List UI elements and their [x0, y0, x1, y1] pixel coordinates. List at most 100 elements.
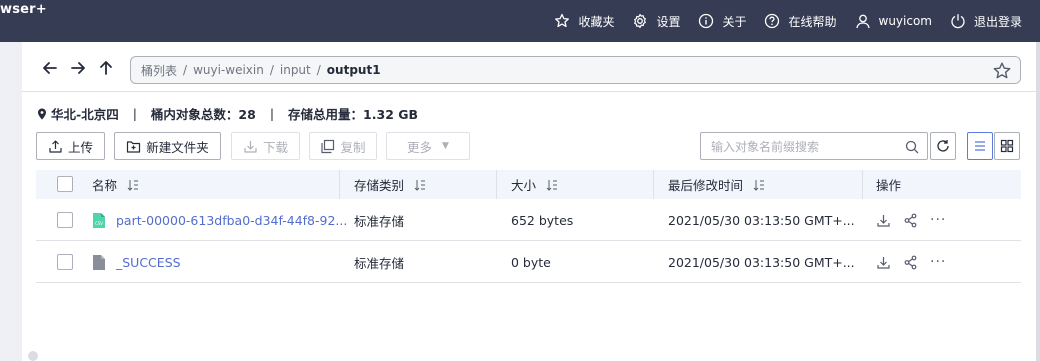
modified-cell: 2021/05/30 03:13:50 GMT+... — [668, 212, 855, 228]
breadcrumb-separator: / — [183, 63, 188, 77]
address-bar: 桶列表 / wuyi-weixin / input / output1 — [22, 42, 1036, 92]
forward-button[interactable] — [68, 58, 88, 78]
gear-icon — [634, 13, 647, 29]
about-label: 关于 — [722, 14, 747, 29]
scroll-indicator — [28, 351, 38, 361]
copy-icon — [321, 139, 335, 153]
search-placeholder: 输入对象名前缀搜索 — [711, 139, 820, 154]
breadcrumb-folder[interactable]: input — [280, 63, 311, 77]
column-name-label: 名称 — [92, 178, 118, 193]
column-size-label: 大小 — [511, 178, 537, 193]
upload-label: 上传 — [67, 139, 93, 155]
more-dropdown[interactable]: 更多 ▼ — [386, 132, 470, 160]
app-brand: wser+ — [0, 2, 47, 17]
star-icon — [555, 13, 570, 28]
column-actions-label: 操作 — [876, 178, 902, 193]
path-breadcrumb[interactable]: 桶列表 / wuyi-weixin / input / output1 — [130, 56, 1021, 84]
share-icon[interactable] — [903, 255, 918, 270]
user-icon — [855, 14, 870, 29]
list-view-icon — [975, 141, 985, 151]
download-button[interactable]: 下载 — [231, 132, 300, 160]
download-icon[interactable] — [876, 213, 891, 228]
table-row[interactable]: CSV part-00000-613dfba0-d34f-44f8-92... … — [36, 199, 1021, 241]
location-pin-icon — [38, 108, 46, 119]
favorites-link[interactable]: 收藏夹 — [554, 13, 614, 30]
download-label: 下载 — [262, 139, 288, 155]
sort-icon[interactable] — [127, 179, 139, 191]
table-header: 名称 存储类别 大小 最后修改时间 操作 — [36, 170, 1021, 199]
list-view-button[interactable] — [967, 132, 993, 160]
refresh-button[interactable] — [930, 132, 956, 160]
logout-link[interactable]: 退出登录 — [950, 13, 1022, 30]
help-link[interactable]: 在线帮助 — [764, 13, 837, 30]
breadcrumb-separator: / — [316, 63, 321, 77]
arrow-left-icon — [43, 62, 57, 74]
csv-file-icon: CSV — [93, 212, 105, 228]
user-name: wuyicom — [878, 14, 932, 28]
copy-label: 复制 — [340, 139, 366, 155]
share-icon[interactable] — [903, 213, 918, 228]
download-icon[interactable] — [876, 255, 891, 270]
file-name-link[interactable]: _SUCCESS — [116, 255, 181, 270]
settings-link[interactable]: 设置 — [632, 13, 680, 30]
up-button[interactable] — [96, 58, 116, 78]
grid-view-button[interactable] — [994, 132, 1020, 160]
help-icon — [765, 13, 780, 29]
column-divider — [862, 170, 863, 199]
caret-down-icon: ▼ — [442, 141, 449, 151]
sort-icon[interactable] — [414, 179, 426, 191]
size-cell: 652 bytes — [511, 212, 574, 228]
new-folder-icon — [127, 140, 141, 153]
power-icon — [951, 14, 965, 29]
row-checkbox[interactable] — [57, 212, 73, 228]
more-label: 更多 — [407, 139, 433, 155]
new-folder-button[interactable]: 新建文件夹 — [114, 132, 221, 160]
settings-label: 设置 — [656, 14, 681, 29]
back-button[interactable] — [40, 58, 60, 78]
sort-icon[interactable] — [546, 179, 558, 191]
breadcrumb-separator: / — [269, 63, 274, 77]
breadcrumb-bucket-list[interactable]: 桶列表 — [141, 62, 177, 79]
main-panel: 桶列表 / wuyi-weixin / input / output1 华北-北… — [22, 42, 1036, 361]
column-storage-header[interactable]: 存储类别 — [354, 170, 426, 199]
more-actions-button[interactable]: ··· — [930, 255, 946, 269]
about-link[interactable]: 关于 — [698, 13, 746, 30]
bucket-info: 华北-北京四 | 桶内对象总数：28 | 存储总用量：1.32 GB — [36, 104, 418, 123]
help-label: 在线帮助 — [788, 14, 837, 29]
info-icon — [699, 13, 714, 29]
arrow-up-icon — [100, 61, 112, 75]
upload-button[interactable]: 上传 — [36, 132, 105, 160]
column-modified-label: 最后修改时间 — [668, 178, 744, 193]
select-all-checkbox[interactable] — [57, 176, 73, 192]
download-icon — [244, 140, 257, 153]
column-name-header[interactable]: 名称 — [92, 170, 139, 199]
modified-cell: 2021/05/30 03:13:50 GMT+... — [668, 254, 855, 270]
refresh-icon — [937, 140, 949, 152]
more-actions-button[interactable]: ··· — [930, 213, 946, 227]
name-cell: CSV part-00000-613dfba0-d34f-44f8-92... — [92, 199, 347, 241]
bookmark-star-icon[interactable] — [992, 61, 1012, 81]
row-checkbox[interactable] — [57, 254, 73, 270]
column-divider — [339, 170, 340, 199]
column-divider — [496, 170, 497, 199]
copy-button[interactable]: 复制 — [309, 132, 377, 160]
file-icon — [93, 254, 105, 270]
table-row[interactable]: _SUCCESS 标准存储 0 byte 2021/05/30 03:13:50… — [36, 241, 1021, 283]
column-size-header[interactable]: 大小 — [511, 170, 558, 199]
column-storage-label: 存储类别 — [354, 178, 405, 193]
search-icon[interactable] — [905, 140, 919, 154]
file-name-link[interactable]: part-00000-613dfba0-d34f-44f8-92... — [116, 213, 347, 228]
info-divider: | — [132, 106, 137, 121]
column-actions-header: 操作 — [876, 170, 901, 199]
new-folder-label: 新建文件夹 — [146, 139, 209, 155]
toolbar: 上传 新建文件夹 下载 复制 更多 ▼ 输入对象名前缀搜索 — [36, 132, 1026, 160]
breadcrumb-bucket[interactable]: wuyi-weixin — [193, 63, 264, 77]
storage-class-cell: 标准存储 — [354, 213, 405, 229]
object-count: 桶内对象总数：28 — [150, 107, 256, 122]
user-menu[interactable]: wuyicom — [855, 13, 932, 29]
search-box[interactable]: 输入对象名前缀搜索 — [700, 132, 928, 160]
column-modified-header[interactable]: 最后修改时间 — [668, 170, 765, 199]
sort-icon[interactable] — [753, 179, 765, 191]
upload-icon — [49, 139, 62, 153]
right-edge — [1036, 42, 1040, 361]
